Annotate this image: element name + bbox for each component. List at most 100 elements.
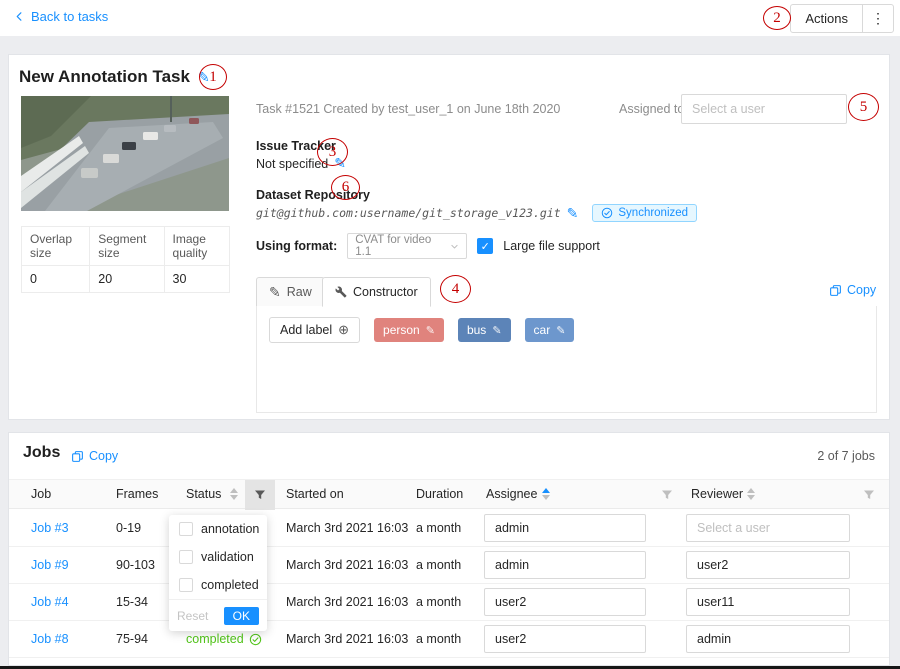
edit-icon[interactable]: ✎ [556, 324, 565, 337]
filter-option-annotation[interactable]: annotation [169, 515, 267, 543]
filter-footer: Reset OK [169, 599, 267, 631]
status-filter-dropdown: annotationvalidation completed Reset OK [169, 515, 267, 631]
job-frames: 0-19 [116, 521, 141, 535]
job-started-on: March 3rd 2021 16:03 [286, 521, 408, 535]
job-reviewer-input[interactable] [686, 625, 850, 653]
job-duration: a month [416, 558, 461, 572]
job-link[interactable]: Job #8 [31, 632, 69, 646]
add-circle-icon: ⊕ [338, 322, 349, 338]
back-to-tasks-label: Back to tasks [31, 9, 108, 24]
format-select[interactable]: CVAT for video 1.1 [347, 233, 467, 259]
job-assignee-input[interactable] [484, 588, 646, 616]
jobs-copy-link[interactable]: Copy [71, 449, 118, 463]
labels-constructor-panel: Add label ⊕ person✎bus✎car✎ [256, 306, 877, 413]
chevron-left-icon [14, 11, 25, 22]
col-status[interactable]: Status [186, 487, 221, 501]
status-filter-icon[interactable] [245, 480, 275, 510]
labels-copy-link[interactable]: Copy [829, 283, 876, 297]
edit-icon[interactable]: ✎ [426, 324, 435, 337]
back-to-tasks-link[interactable]: Back to tasks [14, 9, 108, 24]
table-row: Job #8 75-94 completed March 3rd 2021 16… [9, 621, 889, 658]
tab-constructor[interactable]: Constructor [322, 277, 431, 307]
tab-raw[interactable]: ✎ Raw [256, 277, 325, 307]
col-started-on[interactable]: Started on [286, 487, 344, 501]
col-duration[interactable]: Duration [416, 487, 463, 501]
add-label-button[interactable]: Add label ⊕ [269, 317, 360, 343]
param-value-quality: 30 [164, 266, 229, 293]
label-tag-car[interactable]: car✎ [525, 318, 575, 342]
jobs-card: Jobs Copy 2 of 7 jobs Job Frames Status … [8, 432, 890, 666]
col-assignee[interactable]: Assignee [486, 487, 537, 501]
tool-icon [335, 286, 347, 298]
table-row: Job #4 15-34 March 3rd 2021 16:03 a mont… [9, 584, 889, 621]
more-vertical-icon[interactable]: ⋮ [863, 10, 893, 27]
reviewer-filter-icon[interactable] [863, 489, 875, 504]
labels-copy-label: Copy [847, 283, 876, 297]
copy-icon [71, 450, 84, 463]
param-header-overlap: Overlap size [22, 227, 90, 266]
task-meta: Task #1521 Created by test_user_1 on Jun… [256, 102, 560, 116]
filter-option-label: completed [201, 578, 259, 592]
col-job[interactable]: Job [31, 487, 51, 501]
issue-tracker-value: Not specified [256, 157, 328, 171]
edit-repo-icon[interactable]: ✎ [567, 205, 579, 222]
label-tag-text: person [383, 323, 420, 337]
tab-raw-label: Raw [287, 285, 312, 299]
checkbox[interactable] [179, 578, 193, 592]
job-status-text: completed [186, 632, 244, 646]
job-started-on: March 3rd 2021 16:03 [286, 595, 408, 609]
job-link[interactable]: Job #3 [31, 521, 69, 535]
job-reviewer-input[interactable] [686, 514, 850, 542]
assigned-to-label: Assigned to [619, 102, 684, 116]
assignee-filter-icon[interactable] [661, 489, 673, 504]
annotation-circle-2: 2 [763, 6, 791, 30]
filter-option-completed[interactable]: completed [169, 571, 267, 599]
page-title: New Annotation Task ✎ [19, 67, 210, 87]
job-status: completed [186, 632, 262, 646]
reviewer-sort-icon[interactable] [747, 488, 755, 500]
col-frames[interactable]: Frames [116, 487, 158, 501]
job-duration: a month [416, 595, 461, 609]
task-assignee-input[interactable] [681, 94, 847, 124]
label-tag-person[interactable]: person ✎ [374, 318, 444, 342]
labels-list: Add label ⊕ person✎bus✎car✎ [269, 317, 574, 343]
large-file-checkbox[interactable]: ✓ [477, 238, 493, 254]
job-duration: a month [416, 632, 461, 646]
dataset-repo-row: git@github.com:username/git_storage_v123… [256, 204, 697, 222]
checkbox[interactable] [179, 522, 193, 536]
tab-constructor-label: Constructor [353, 285, 418, 299]
using-format-label: Using format: [256, 239, 337, 253]
job-link[interactable]: Job #4 [31, 595, 69, 609]
synchronized-badge[interactable]: Synchronized [592, 204, 697, 222]
filter-option-validation[interactable]: validation [169, 543, 267, 571]
actions-button[interactable]: Actions ⋮ [790, 4, 894, 33]
params-header-row: Overlap size Segment size Image quality [22, 227, 230, 266]
filter-ok-button[interactable]: OK [224, 607, 259, 625]
filter-reset-button[interactable]: Reset [177, 609, 208, 623]
sync-check-icon [601, 207, 613, 219]
job-assignee-input[interactable] [484, 551, 646, 579]
synchronized-label: Synchronized [618, 207, 688, 219]
status-sort-icon[interactable] [230, 488, 238, 500]
checkbox[interactable] [179, 550, 193, 564]
large-file-label: Large file support [503, 239, 600, 253]
task-thumbnail [21, 96, 229, 211]
job-reviewer-input[interactable] [686, 551, 850, 579]
job-assignee-input[interactable] [484, 625, 646, 653]
copy-icon [829, 284, 842, 297]
job-link[interactable]: Job #9 [31, 558, 69, 572]
annotation-circle-6: 6 [331, 175, 360, 200]
actions-label[interactable]: Actions [791, 11, 862, 26]
add-label-text: Add label [280, 323, 332, 337]
edit-icon[interactable]: ✎ [492, 324, 501, 337]
job-reviewer-input[interactable] [686, 588, 850, 616]
jobs-copy-label: Copy [89, 449, 118, 463]
annotation-circle-3: 3 [317, 138, 348, 166]
task-title-text: New Annotation Task [19, 67, 190, 87]
params-value-row: 0 20 30 [22, 266, 230, 293]
col-reviewer[interactable]: Reviewer [691, 487, 743, 501]
label-tag-bus[interactable]: bus✎ [458, 318, 511, 342]
job-assignee-input[interactable] [484, 514, 646, 542]
job-started-on: March 3rd 2021 16:03 [286, 558, 408, 572]
assignee-sort-icon[interactable] [542, 488, 550, 500]
